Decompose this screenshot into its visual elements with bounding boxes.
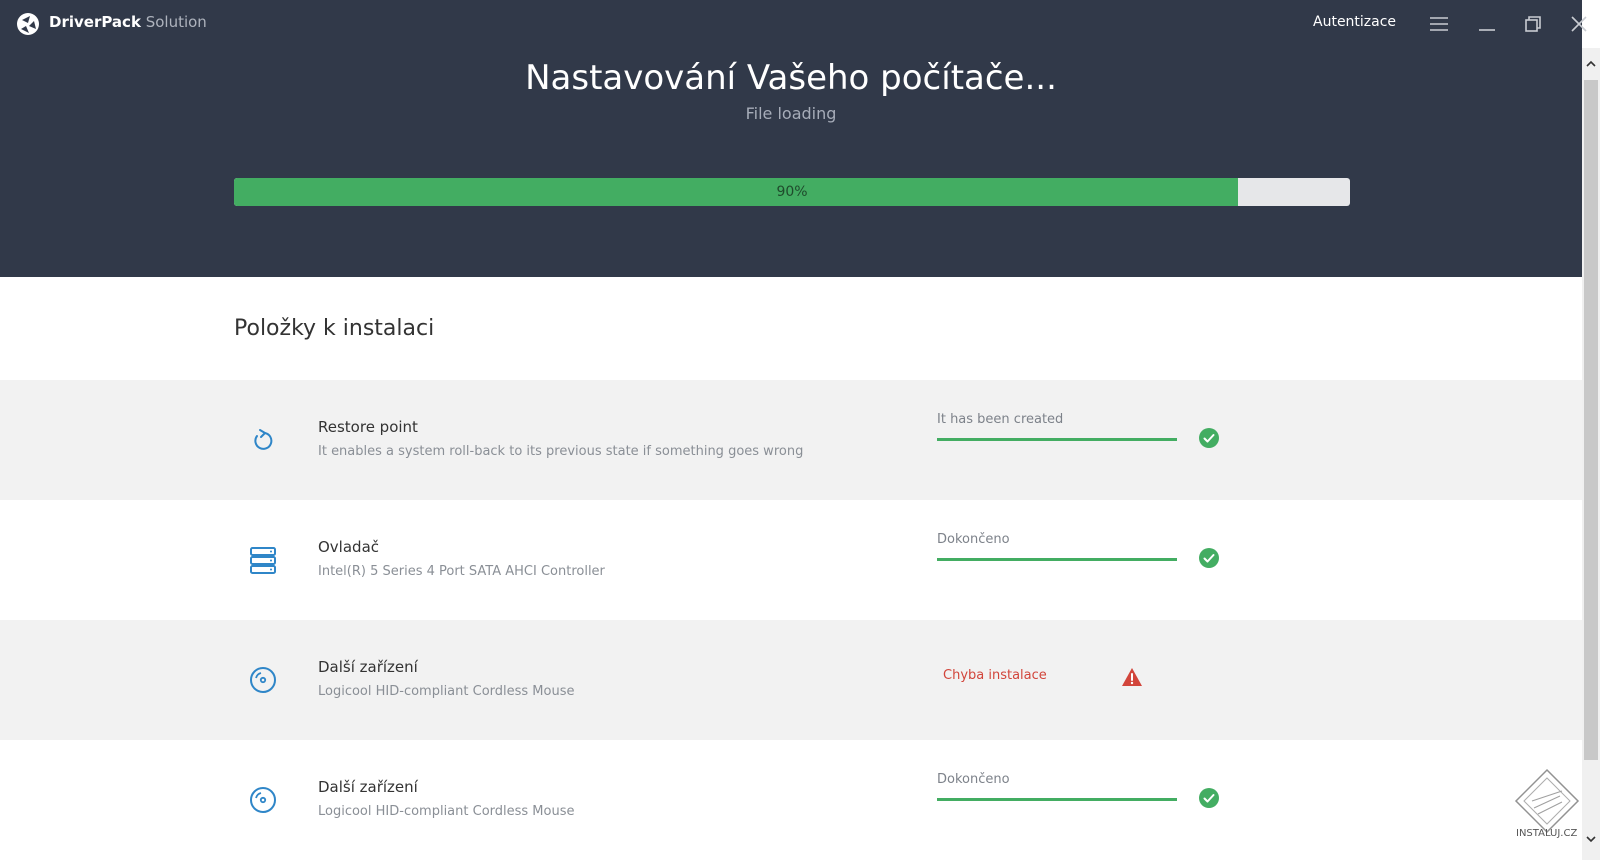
driverpack-logo-icon xyxy=(17,13,39,35)
list-item: Další zařízení Logicool HID-compliant Co… xyxy=(0,620,1582,740)
item-status: Dokončeno xyxy=(937,532,1010,547)
disc-icon xyxy=(250,787,276,813)
title-bar: DriverPack Solution Autentizace xyxy=(0,0,1600,48)
watermark-logo-icon xyxy=(1514,768,1580,834)
app-brand: DriverPack Solution xyxy=(49,13,207,31)
scrollbar-thumb[interactable] xyxy=(1584,80,1598,760)
item-status: Dokončeno xyxy=(937,772,1010,787)
close-icon[interactable] xyxy=(1567,12,1591,36)
item-title: Další zařízení xyxy=(318,658,418,676)
item-title: Ovladač xyxy=(318,538,380,556)
check-icon xyxy=(1199,548,1219,568)
page-title: Nastavování Vašeho počítače... xyxy=(525,58,1057,98)
list-item: Ovladač Intel(R) 5 Series 4 Port SATA AH… xyxy=(0,500,1582,620)
disc-icon xyxy=(250,667,276,693)
item-progress-bar xyxy=(937,798,1177,801)
brand-name: DriverPack xyxy=(49,13,141,31)
server-icon xyxy=(250,547,276,574)
item-progress-bar xyxy=(937,558,1177,561)
list-item: Další zařízení Logicool HID-compliant Co… xyxy=(0,740,1582,860)
page-subtitle: File loading xyxy=(745,104,837,123)
scroll-up-arrow-icon[interactable] xyxy=(1585,58,1597,70)
item-title: Restore point xyxy=(318,418,418,436)
item-subtitle: Logicool HID-compliant Cordless Mouse xyxy=(318,804,575,819)
item-subtitle: It enables a system roll-back to its pre… xyxy=(318,444,804,459)
check-icon xyxy=(1199,788,1219,808)
header-panel: DriverPack Solution Autentizace Nastavov… xyxy=(0,0,1587,277)
menu-icon[interactable] xyxy=(1427,12,1451,36)
main-progress-bar: 90% xyxy=(234,178,1350,206)
check-icon xyxy=(1199,428,1219,448)
minimize-icon[interactable] xyxy=(1475,12,1499,36)
auth-link[interactable]: Autentizace xyxy=(1313,14,1396,30)
item-status-error: Chyba instalace xyxy=(943,668,1047,683)
warning-icon xyxy=(1122,668,1142,686)
list-item: Restore point It enables a system roll-b… xyxy=(0,380,1582,500)
section-title: Položky k instalaci xyxy=(234,316,435,341)
scroll-down-arrow-icon[interactable] xyxy=(1585,833,1597,845)
watermark-text: INSTALUJ.CZ xyxy=(1516,828,1578,839)
item-subtitle: Logicool HID-compliant Cordless Mouse xyxy=(318,684,575,699)
item-subtitle: Intel(R) 5 Series 4 Port SATA AHCI Contr… xyxy=(318,564,605,579)
install-items-list: Restore point It enables a system roll-b… xyxy=(0,380,1582,860)
main-progress-label: 90% xyxy=(776,184,808,200)
restore-icon xyxy=(254,429,273,450)
item-status: It has been created xyxy=(937,412,1064,427)
restore-window-icon[interactable] xyxy=(1521,12,1545,36)
item-progress-bar xyxy=(937,438,1177,441)
item-title: Další zařízení xyxy=(318,778,418,796)
brand-suffix: Solution xyxy=(145,13,207,31)
